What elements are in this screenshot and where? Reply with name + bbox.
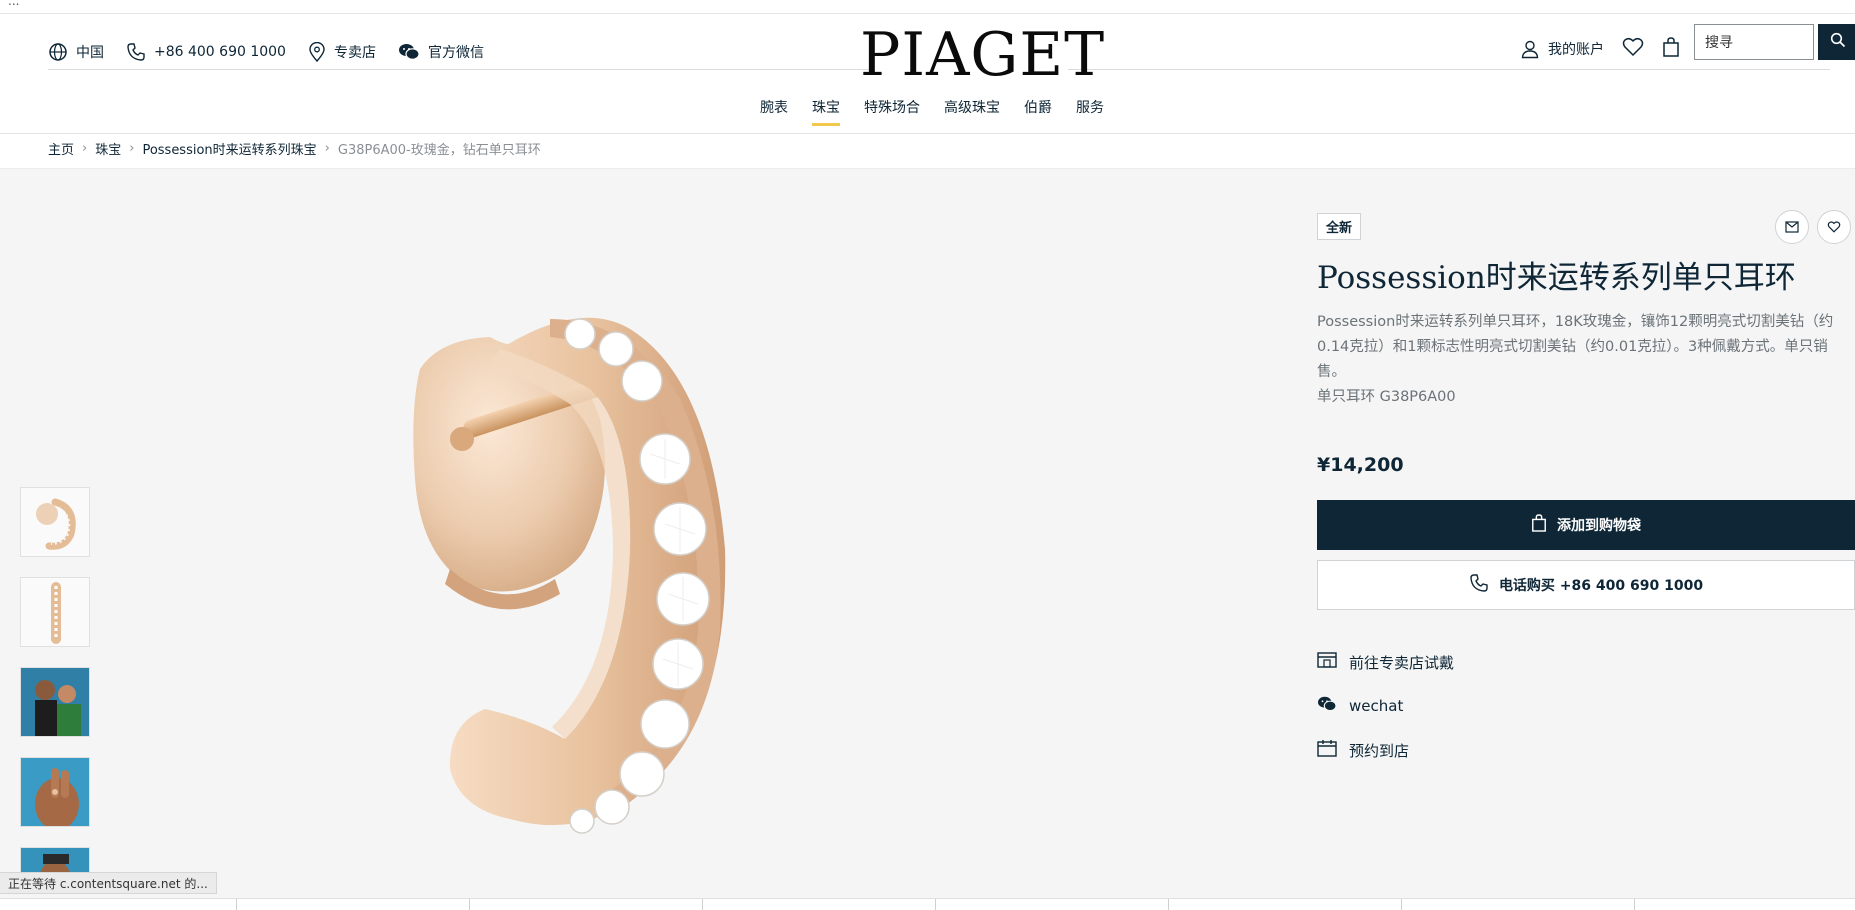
account-label: 我的账户 xyxy=(1548,42,1604,58)
breadcrumb-home[interactable]: 主页 xyxy=(48,139,74,158)
try-in-store-link[interactable]: 前往专卖店试戴 xyxy=(1317,651,1454,673)
utility-nav-right: 我的账户 xyxy=(1520,24,1680,74)
search-button[interactable] xyxy=(1818,24,1855,60)
wechat-icon xyxy=(398,42,420,62)
phone-number: +86 400 690 1000 xyxy=(154,44,286,60)
main-navigation: 腕表 珠宝 特殊场合 高级珠宝 伯爵 服务 xyxy=(760,94,1104,126)
chevron-right-icon: › xyxy=(129,140,135,156)
share-email-button[interactable] xyxy=(1775,210,1809,244)
location-pin-icon xyxy=(308,42,326,62)
footer-divider xyxy=(469,899,470,910)
breadcrumb-collection[interactable]: Possession时来运转系列珠宝 xyxy=(142,139,316,158)
window-fragment-text: ... xyxy=(8,0,20,8)
try-in-store-label: 前往专卖店试戴 xyxy=(1349,653,1455,672)
search-icon xyxy=(1830,32,1846,52)
breadcrumb: 主页 › 珠宝 › Possession时来运转系列珠宝 › G38P6A00-… xyxy=(48,136,541,160)
nav-watches[interactable]: 腕表 xyxy=(760,94,788,126)
breadcrumb-jewelry[interactable]: 珠宝 xyxy=(95,139,121,158)
nav-special-occasions[interactable]: 特殊场合 xyxy=(864,94,920,126)
header-divider-right xyxy=(1068,69,1830,70)
mail-icon xyxy=(1785,218,1799,237)
bag-icon[interactable] xyxy=(1662,36,1680,62)
product-title: Possession时来运转系列单只耳环 xyxy=(1317,260,1796,296)
globe-icon xyxy=(48,42,68,62)
book-appointment-link[interactable]: 预约到店 xyxy=(1317,739,1409,761)
phone-link[interactable]: +86 400 690 1000 xyxy=(126,42,286,62)
sku-line: 单只耳环 G38P6A00 xyxy=(1317,389,1456,405)
thumbnail-lifestyle-couple[interactable] xyxy=(20,667,90,737)
footer-divider xyxy=(236,899,237,910)
footer-divider xyxy=(1168,899,1169,910)
product-main-area: 全新 Possession时来运转系列单只耳环 Possession时来运转系列… xyxy=(0,169,1855,899)
heart-icon[interactable] xyxy=(1622,37,1644,61)
heart-icon xyxy=(1827,218,1841,237)
thumbnail-gallery xyxy=(20,487,90,887)
piaget-logo[interactable]: PIAGET xyxy=(860,20,1104,90)
user-icon xyxy=(1520,39,1540,59)
footer-divider xyxy=(1634,899,1635,910)
region-selector[interactable]: 中国 xyxy=(48,42,104,62)
wishlist-button[interactable] xyxy=(1817,210,1851,244)
product-price: ¥14,200 xyxy=(1317,454,1404,476)
browser-status-bar: 正在等待 c.contentsquare.net 的... xyxy=(0,872,217,894)
breadcrumb-current: G38P6A00-玫瑰金，钻石单只耳环 xyxy=(337,142,541,158)
product-image-earring xyxy=(380,249,880,859)
add-to-bag-label: 添加到购物袋 xyxy=(1557,518,1641,534)
store-locator-link[interactable]: 专卖店 xyxy=(308,42,376,62)
chevron-right-icon: › xyxy=(82,140,88,156)
utility-nav-left: 中国 +86 400 690 1000 专卖店 官方微信 xyxy=(48,32,484,72)
thumbnail-earring-side[interactable] xyxy=(20,577,90,647)
call-to-buy-label: 电话购买 +86 400 690 1000 xyxy=(1498,578,1704,594)
search-input[interactable]: 搜寻 xyxy=(1694,24,1814,60)
footer-divider xyxy=(935,899,936,910)
add-to-bag-button[interactable]: 添加到购物袋 xyxy=(1317,500,1855,550)
store-icon xyxy=(1317,651,1337,673)
nav-services[interactable]: 服务 xyxy=(1076,94,1104,126)
chevron-right-icon: › xyxy=(324,140,330,156)
footer-strip xyxy=(0,898,1855,910)
window-top-strip: ... xyxy=(0,0,1855,14)
nav-jewelry[interactable]: 珠宝 xyxy=(812,94,840,126)
footer-divider xyxy=(1401,899,1402,910)
phone-icon xyxy=(1469,573,1489,597)
footer-divider xyxy=(702,899,703,910)
site-header: 中国 +86 400 690 1000 专卖店 官方微信 PIAGET 我的账户… xyxy=(0,14,1855,134)
wechat-contact-label: wechat xyxy=(1349,697,1404,715)
product-description: Possession时来运转系列单只耳环，18K玫瑰金，镶饰12颗明亮式切割美钻… xyxy=(1317,310,1855,410)
nav-piaget[interactable]: 伯爵 xyxy=(1024,94,1052,126)
phone-icon xyxy=(126,42,146,62)
wechat-label: 官方微信 xyxy=(427,45,484,61)
account-link[interactable]: 我的账户 xyxy=(1520,39,1604,59)
wechat-icon xyxy=(1317,695,1337,717)
store-label: 专卖店 xyxy=(333,45,376,61)
wechat-link[interactable]: 官方微信 xyxy=(398,42,484,62)
nav-high-jewelry[interactable]: 高级珠宝 xyxy=(944,94,1000,126)
new-badge: 全新 xyxy=(1317,213,1362,240)
thumbnail-lifestyle-hand[interactable] xyxy=(20,757,90,827)
calendar-icon xyxy=(1317,739,1337,761)
description-text: Possession时来运转系列单只耳环，18K玫瑰金，镶饰12颗明亮式切割美钻… xyxy=(1317,314,1834,380)
wechat-contact-link[interactable]: wechat xyxy=(1317,695,1403,717)
call-to-buy-button[interactable]: 电话购买 +86 400 690 1000 xyxy=(1317,560,1855,610)
thumbnail-earring-front[interactable] xyxy=(20,487,90,557)
header-divider-left xyxy=(48,69,870,70)
region-label: 中国 xyxy=(76,45,104,61)
bag-icon xyxy=(1531,513,1547,537)
book-appointment-label: 预约到店 xyxy=(1349,741,1410,760)
